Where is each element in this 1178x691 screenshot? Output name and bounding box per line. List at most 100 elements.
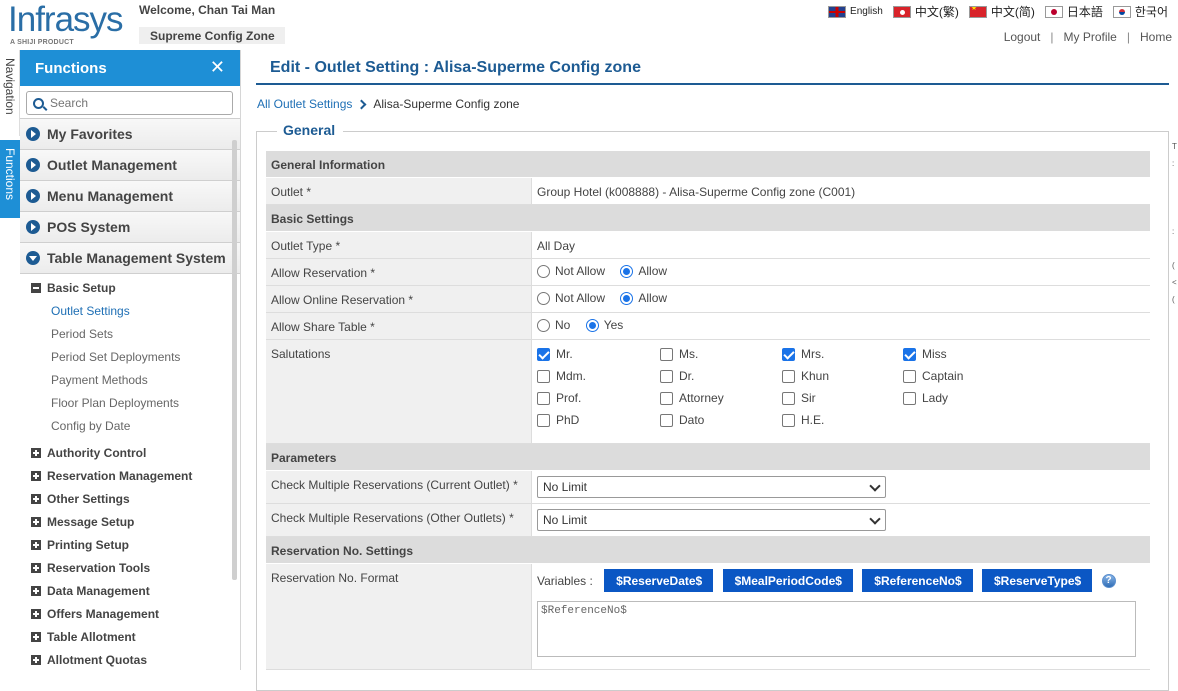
- close-icon[interactable]: ✕: [210, 58, 225, 76]
- checkbox-checked-icon: [782, 347, 795, 361]
- sidebar-group-allotment-quotas[interactable]: Allotment Quotas: [20, 648, 240, 670]
- checkbox-label: Miss: [922, 347, 947, 361]
- checkbox-icon: [782, 413, 795, 427]
- lang-simplified-chinese[interactable]: 中文(简): [968, 3, 1035, 20]
- salutation-dr-checkbox[interactable]: Dr.: [660, 369, 782, 383]
- logout-link[interactable]: Logout: [1004, 30, 1041, 44]
- breadcrumb: All Outlet Settings Alisa-Superme Config…: [257, 97, 519, 111]
- cn-flag-icon: [968, 5, 987, 18]
- functions-sidebar: Functions ✕ My Favorites Outlet Manageme…: [20, 50, 241, 670]
- salutation-attorney-checkbox[interactable]: Attorney: [660, 391, 782, 405]
- lang-label: 中文(简): [990, 5, 1035, 19]
- sidebar-group-data-management[interactable]: Data Management: [20, 579, 240, 602]
- variables-label: Variables :: [537, 573, 593, 588]
- allow-online-not-allow-radio[interactable]: Not Allow: [537, 291, 605, 305]
- checkbox-label: Sir: [801, 391, 816, 405]
- sidebar-group-reservation-tools[interactable]: Reservation Tools: [20, 556, 240, 579]
- top-links: Logout | My Profile | Home: [1004, 30, 1172, 44]
- welcome-text: Welcome, Chan Tai Man: [139, 3, 276, 17]
- salutations-grid: Mr. Ms. Mrs. Miss Mdm. Dr. Khun Captain …: [537, 346, 1150, 427]
- check-other-label: Check Multiple Reservations (Other Outle…: [266, 504, 532, 536]
- allow-share-yes-radio[interactable]: Yes: [585, 318, 624, 332]
- search-icon: [33, 97, 44, 109]
- variable-meal-period-code-button[interactable]: $MealPeriodCode$: [722, 569, 853, 592]
- variable-reserve-type-button[interactable]: $ReserveType$: [982, 569, 1093, 592]
- sidebar-item-pos-system[interactable]: POS System: [20, 211, 240, 242]
- radio-label: Yes: [603, 318, 624, 332]
- reservation-no-format-textarea[interactable]: $ReferenceNo$: [537, 601, 1136, 657]
- sidebar-leaf-period-set-deployments[interactable]: Period Set Deployments: [20, 345, 240, 368]
- variable-reserve-date-button[interactable]: $ReserveDate$: [604, 569, 714, 592]
- home-link[interactable]: Home: [1140, 30, 1172, 44]
- lang-korean[interactable]: 한국어: [1112, 3, 1168, 20]
- sidebar-leaf-payment-methods[interactable]: Payment Methods: [20, 368, 240, 391]
- row-check-other-outlets: Check Multiple Reservations (Other Outle…: [266, 504, 1150, 537]
- sidebar-leaf-outlet-settings[interactable]: Outlet Settings: [20, 299, 240, 322]
- allow-online-allow-radio[interactable]: Allow: [620, 291, 667, 305]
- sidebar-group-authority-control[interactable]: Authority Control: [20, 441, 240, 464]
- sidebar-group-table-allotment[interactable]: Table Allotment: [20, 625, 240, 648]
- sidebar-scrollbar[interactable]: [232, 140, 237, 580]
- salutations-label: Salutations: [266, 340, 532, 443]
- checkbox-label: Ms.: [679, 347, 699, 361]
- checkbox-icon: [903, 369, 916, 383]
- salutation-he-checkbox[interactable]: H.E.: [782, 413, 903, 427]
- sidebar-group-offers-management[interactable]: Offers Management: [20, 602, 240, 625]
- salutation-mr-checkbox[interactable]: Mr.: [537, 347, 660, 361]
- navigation-tab[interactable]: Navigation: [0, 50, 20, 136]
- salutation-lady-checkbox[interactable]: Lady: [903, 391, 1023, 405]
- sidebar-item-label: Outlet Management: [47, 157, 177, 173]
- check-current-select[interactable]: No Limit: [537, 476, 886, 498]
- help-icon[interactable]: ?: [1101, 573, 1116, 588]
- salutation-sir-checkbox[interactable]: Sir: [782, 391, 903, 405]
- sidebar-group-other-settings[interactable]: Other Settings: [20, 487, 240, 510]
- allow-reservation-not-allow-radio[interactable]: Not Allow: [537, 264, 605, 278]
- sidebar-item-menu-management[interactable]: Menu Management: [20, 180, 240, 211]
- functions-tab[interactable]: Functions: [0, 140, 20, 218]
- checkbox-icon: [660, 413, 673, 427]
- my-profile-link[interactable]: My Profile: [1064, 30, 1117, 44]
- lang-japanese[interactable]: 日本語: [1044, 3, 1103, 20]
- radio-label: Allow: [638, 291, 668, 305]
- circle-arrow-down-icon: [26, 251, 40, 265]
- search-input[interactable]: [50, 96, 220, 110]
- sidebar-item-my-favorites[interactable]: My Favorites: [20, 118, 240, 149]
- row-outlet-type: Outlet Type * All Day: [266, 232, 1150, 259]
- salutation-ms-checkbox[interactable]: Ms.: [660, 347, 782, 361]
- allow-reservation-allow-radio[interactable]: Allow: [620, 264, 667, 278]
- variable-reference-no-button[interactable]: $ReferenceNo$: [862, 569, 973, 592]
- sidebar-leaf-config-by-date[interactable]: Config by Date: [20, 414, 240, 437]
- salutation-khun-checkbox[interactable]: Khun: [782, 369, 903, 383]
- allow-share-no-radio[interactable]: No: [537, 318, 570, 332]
- sidebar-group-reservation-management[interactable]: Reservation Management: [20, 464, 240, 487]
- salutation-dato-checkbox[interactable]: Dato: [660, 413, 782, 427]
- sidebar-group-message-setup[interactable]: Message Setup: [20, 510, 240, 533]
- check-other-select[interactable]: No Limit: [537, 509, 886, 531]
- expand-icon: [31, 493, 41, 504]
- sidebar-item-outlet-management[interactable]: Outlet Management: [20, 149, 240, 180]
- salutation-captain-checkbox[interactable]: Captain: [903, 369, 1023, 383]
- salutation-miss-checkbox[interactable]: Miss: [903, 347, 1023, 361]
- salutation-prof-checkbox[interactable]: Prof.: [537, 391, 660, 405]
- sidebar-item-table-management-system[interactable]: Table Management System: [20, 242, 240, 273]
- expand-icon: [31, 562, 41, 573]
- header: Infrasys A SHIJI PRODUCT Welcome, Chan T…: [0, 0, 1178, 50]
- expand-icon: [31, 539, 41, 550]
- expand-icon: [31, 654, 41, 665]
- lang-traditional-chinese[interactable]: 中文(繁): [892, 3, 959, 20]
- infrasys-logo: Infrasys: [8, 0, 124, 39]
- sidebar-item-label: POS System: [47, 219, 131, 235]
- language-switcher: English 中文(繁) 中文(简) 日本語 한국어: [828, 3, 1168, 20]
- sidebar-leaf-floor-plan-deployments[interactable]: Floor Plan Deployments: [20, 391, 240, 414]
- salutation-phd-checkbox[interactable]: PhD: [537, 413, 660, 427]
- outlet-value: Group Hotel (k008888) - Alisa-Superme Co…: [537, 185, 856, 199]
- sidebar-group-basic-setup[interactable]: Basic Setup: [20, 273, 240, 299]
- sidebar-group-printing-setup[interactable]: Printing Setup: [20, 533, 240, 556]
- breadcrumb-all-outlet-settings[interactable]: All Outlet Settings: [257, 97, 352, 111]
- lang-english[interactable]: English: [828, 5, 883, 18]
- sidebar-leaf-period-sets[interactable]: Period Sets: [20, 322, 240, 345]
- salutation-mdm-checkbox[interactable]: Mdm.: [537, 369, 660, 383]
- checkbox-label: Mr.: [556, 347, 573, 361]
- sidebar-group-label: Reservation Tools: [47, 560, 151, 575]
- salutation-mrs-checkbox[interactable]: Mrs.: [782, 347, 903, 361]
